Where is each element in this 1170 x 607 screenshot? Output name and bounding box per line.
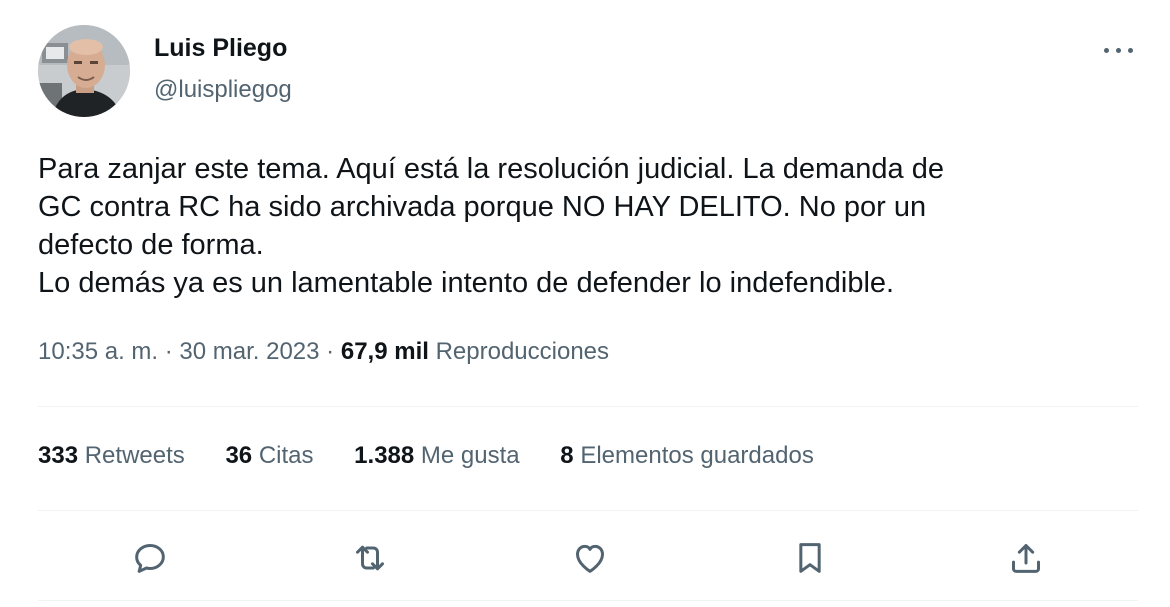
share-icon <box>1012 544 1040 573</box>
bookmarks-label: Elementos guardados <box>580 442 814 469</box>
views-label: Reproducciones <box>435 338 610 365</box>
meta-separator: · <box>158 338 180 365</box>
views-count: 67,9 mil <box>340 338 429 365</box>
avatar[interactable] <box>38 25 130 117</box>
quotes-stat[interactable]: 36 Citas <box>225 442 313 470</box>
tweet-card: Luis Pliego @luispliegog Para zanjar est… <box>0 0 1170 607</box>
engagement-stats: 333 Retweets 36 Citas 1.388 Me gusta 8 E… <box>38 442 848 470</box>
more-horizontal-icon-dot <box>1128 48 1133 53</box>
meta-separator: · <box>319 338 341 365</box>
divider <box>38 600 1138 601</box>
avatar-photo-icon <box>38 25 130 117</box>
bookmark-icon <box>799 543 821 573</box>
action-bar <box>38 530 1138 586</box>
tweet-text-line: Lo demás ya es un lamentable intento de … <box>38 267 895 299</box>
bookmark-button[interactable] <box>790 538 830 578</box>
more-horizontal-icon <box>1104 48 1109 53</box>
likes-label: Me gusta <box>420 442 520 469</box>
more-options-button[interactable] <box>1100 34 1138 64</box>
retweet-icon <box>356 545 384 571</box>
tweet-text-line: Para zanjar este tema. Aquí está la reso… <box>38 153 944 185</box>
tweet-time[interactable]: 10:35 a. m. <box>38 338 158 365</box>
tweet-text: Para zanjar este tema. Aquí está la reso… <box>38 150 1128 302</box>
quotes-label: Citas <box>258 442 314 469</box>
heart-icon <box>576 544 604 573</box>
tweet-text-line: GC contra RC ha sido archivada porque NO… <box>38 191 927 223</box>
reply-button[interactable] <box>130 538 170 578</box>
bookmarks-count: 8 <box>560 442 574 469</box>
bookmarks-stat[interactable]: 8 Elementos guardados <box>560 442 814 470</box>
user-handle[interactable]: @luispliegog <box>154 76 292 104</box>
like-button[interactable] <box>570 538 610 578</box>
retweet-button[interactable] <box>350 538 390 578</box>
retweets-label: Retweets <box>84 442 185 469</box>
divider <box>38 406 1138 407</box>
tweet-meta: 10:35 a. m. · 30 mar. 2023 · 67,9 mil Re… <box>38 338 609 366</box>
tweet-date[interactable]: 30 mar. 2023 <box>179 338 319 365</box>
quotes-count: 36 <box>225 442 253 469</box>
likes-stat[interactable]: 1.388 Me gusta <box>354 442 519 470</box>
reply-icon <box>135 544 165 573</box>
tweet-text-line: defecto de forma. <box>38 229 264 261</box>
display-name[interactable]: Luis Pliego <box>154 34 287 63</box>
share-button[interactable] <box>1006 538 1046 578</box>
retweets-count: 333 <box>38 442 79 469</box>
likes-count: 1.388 <box>354 442 415 469</box>
divider <box>38 510 1138 511</box>
retweets-stat[interactable]: 333 Retweets <box>38 442 185 470</box>
more-horizontal-icon-dot <box>1116 48 1121 53</box>
